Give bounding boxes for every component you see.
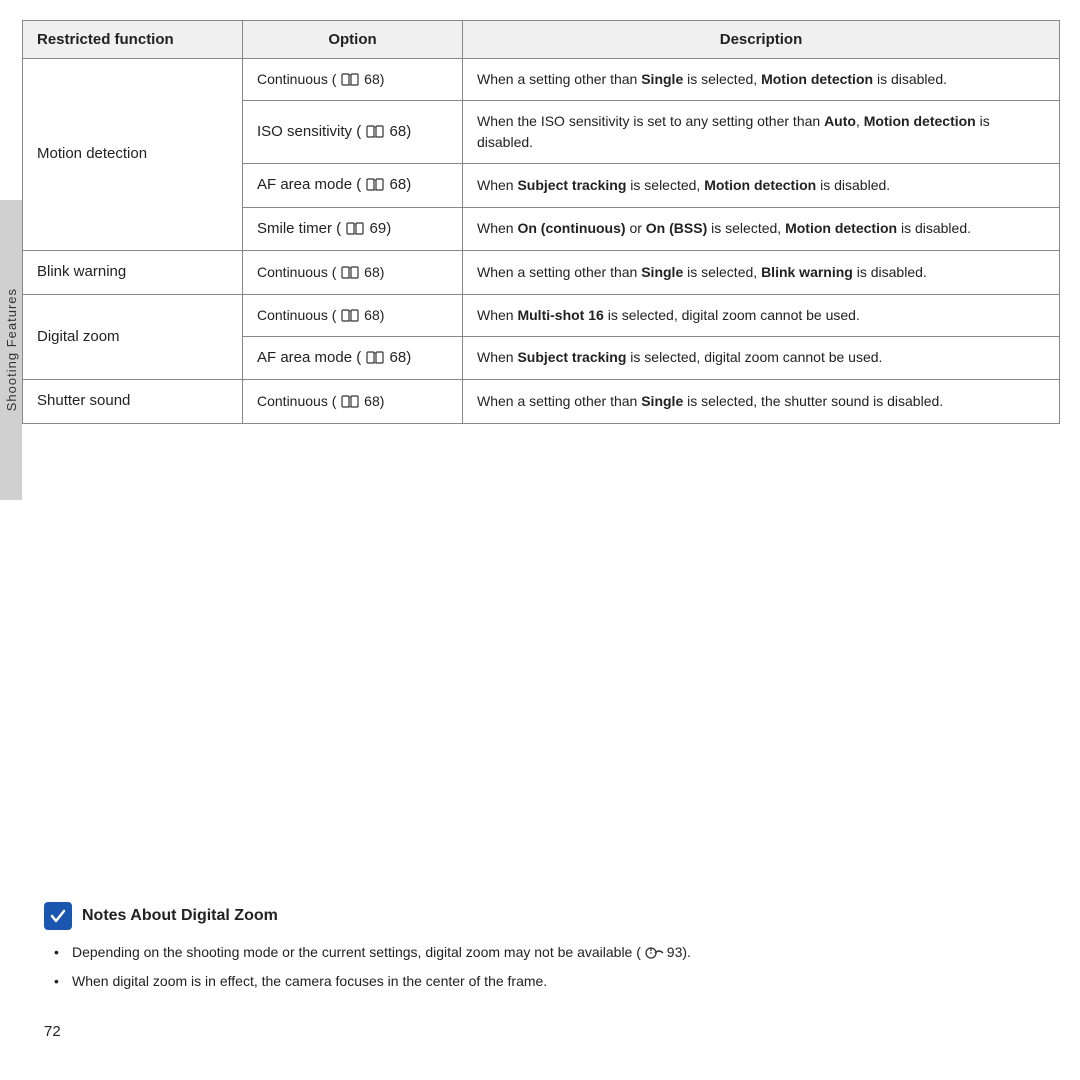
description-cell: When Subject tracking is selected, digit… xyxy=(463,336,1060,380)
notes-item-2: When digital zoom is in effect, the came… xyxy=(54,971,1040,992)
page-number: 72 xyxy=(44,1023,61,1040)
description-cell: When Multi-shot 16 is selected, digital … xyxy=(463,294,1060,336)
description-cell: When a setting other than Single is sele… xyxy=(463,380,1060,424)
table-row: Digital zoom Continuous ( 68) When Multi… xyxy=(23,294,1060,336)
notes-list: Depending on the shooting mode or the cu… xyxy=(44,942,1040,992)
side-tab: Shooting Features xyxy=(0,200,22,500)
main-content: Restricted function Option Description M… xyxy=(22,20,1060,1060)
table-row: Shutter sound Continuous ( 68) When a se… xyxy=(23,380,1060,424)
option-cell: Continuous ( 68) xyxy=(243,294,463,336)
option-cell: Continuous ( 68) xyxy=(243,59,463,101)
option-cell: Smile timer ( 69) xyxy=(243,207,463,251)
option-cell: Continuous ( 68) xyxy=(243,380,463,424)
description-cell: When a setting other than Single is sele… xyxy=(463,59,1060,101)
col-header-option: Option xyxy=(243,21,463,59)
table-row: Motion detection Continuous ( 68) When a… xyxy=(23,59,1060,101)
restrictions-table: Restricted function Option Description M… xyxy=(22,20,1060,424)
table-row: Blink warning Continuous ( 68) When a se… xyxy=(23,251,1060,295)
option-cell: AF area mode ( 68) xyxy=(243,164,463,208)
notes-item-1: Depending on the shooting mode or the cu… xyxy=(54,942,1040,963)
restricted-function-zoom: Digital zoom xyxy=(23,294,243,380)
restricted-function-motion: Motion detection xyxy=(23,59,243,251)
col-header-description: Description xyxy=(463,21,1060,59)
notes-title: Notes About Digital Zoom xyxy=(82,907,278,925)
option-cell: AF area mode ( 68) xyxy=(243,336,463,380)
table-header-row: Restricted function Option Description xyxy=(23,21,1060,59)
restricted-function-blink: Blink warning xyxy=(23,251,243,295)
option-cell: Continuous ( 68) xyxy=(243,251,463,295)
description-cell: When On (continuous) or On (BSS) is sele… xyxy=(463,207,1060,251)
page-container: Shooting Features Restricted function Op… xyxy=(0,0,1080,1080)
notes-header: Notes About Digital Zoom xyxy=(44,902,1040,930)
option-cell: ISO sensitivity ( 68) xyxy=(243,101,463,164)
notes-section: Notes About Digital Zoom Depending on th… xyxy=(44,902,1040,1000)
side-tab-label: Shooting Features xyxy=(4,288,19,411)
restricted-function-shutter: Shutter sound xyxy=(23,380,243,424)
col-header-restricted: Restricted function xyxy=(23,21,243,59)
description-cell: When the ISO sensitivity is set to any s… xyxy=(463,101,1060,164)
description-cell: When a setting other than Single is sele… xyxy=(463,251,1060,295)
description-cell: When Subject tracking is selected, Motio… xyxy=(463,164,1060,208)
check-icon xyxy=(44,902,72,930)
